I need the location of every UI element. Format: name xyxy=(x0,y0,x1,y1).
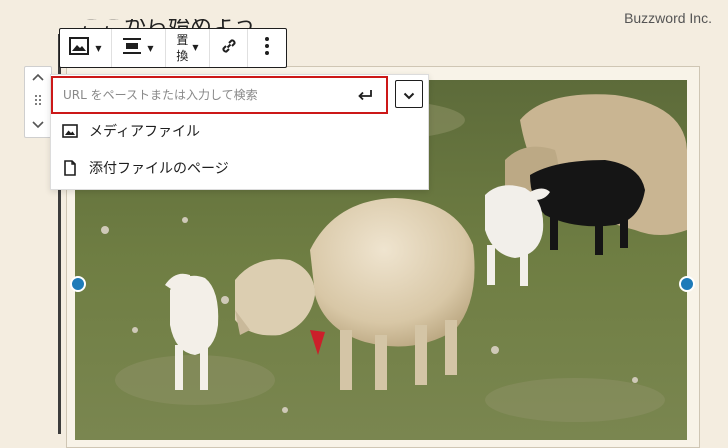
align-center-icon xyxy=(123,38,142,58)
brand-label: Buzzword Inc. xyxy=(624,10,712,26)
replace-label-1: 置 xyxy=(176,33,189,47)
link-icon xyxy=(220,37,238,59)
move-up-icon[interactable] xyxy=(32,71,44,85)
menu-item-media-file[interactable]: メディアファイル xyxy=(51,113,428,149)
block-mover xyxy=(24,66,52,138)
submit-enter-icon[interactable] xyxy=(354,84,376,106)
drag-handle-icon[interactable] xyxy=(34,94,42,110)
url-input-wrapper xyxy=(51,76,388,114)
resize-handle-left[interactable] xyxy=(70,276,86,292)
block-type-button[interactable]: ▼ xyxy=(60,29,112,67)
url-search-input[interactable] xyxy=(61,79,354,111)
page-icon xyxy=(61,159,79,177)
more-options-button[interactable] xyxy=(248,29,286,67)
caret-down-icon: ▼ xyxy=(147,43,154,53)
more-vertical-icon xyxy=(265,37,269,59)
menu-item-label: メディアファイル xyxy=(89,124,201,140)
dropdown-toggle-button[interactable] xyxy=(395,80,423,108)
image-icon xyxy=(61,122,79,140)
menu-item-label: 添付ファイルのページ xyxy=(89,161,229,177)
resize-handle-right[interactable] xyxy=(679,276,695,292)
image-icon xyxy=(69,37,90,59)
block-toolbar: ▼ ▼ 置 換 ▼ xyxy=(59,28,287,68)
chevron-down-icon xyxy=(403,85,415,104)
move-down-icon[interactable] xyxy=(32,119,44,133)
caret-down-icon: ▼ xyxy=(192,43,199,52)
replace-label-2: 換 xyxy=(176,49,189,63)
replace-button[interactable]: 置 換 ▼ xyxy=(166,29,210,67)
link-button[interactable] xyxy=(210,29,248,67)
media-replace-popover: メディアファイル 添付ファイルのページ xyxy=(50,74,429,190)
align-button[interactable]: ▼ xyxy=(112,29,166,67)
menu-item-attachment-page[interactable]: 添付ファイルのページ xyxy=(51,150,428,186)
caret-down-icon: ▼ xyxy=(95,43,102,53)
